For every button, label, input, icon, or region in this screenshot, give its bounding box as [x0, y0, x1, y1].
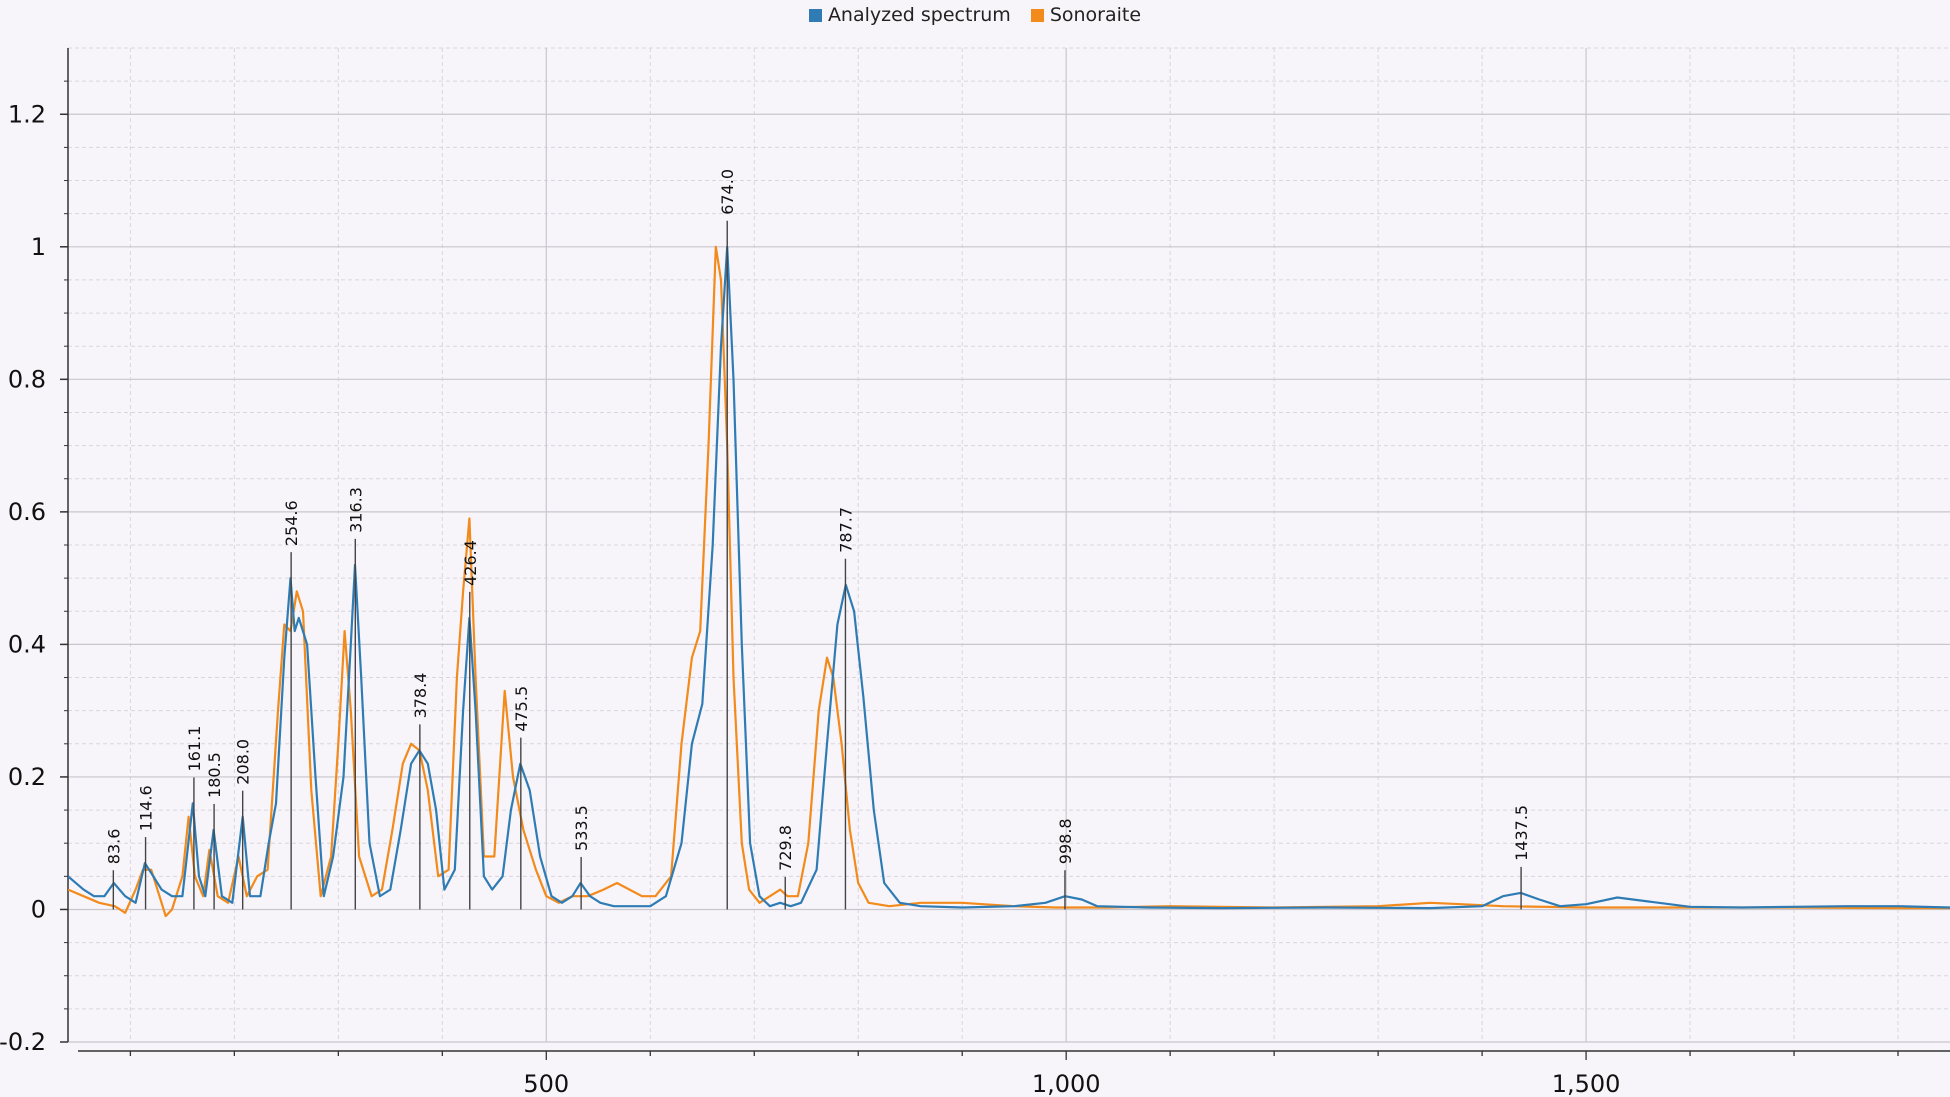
y-tick-label: -0.2	[0, 1028, 46, 1056]
peak-label: 254.6	[282, 500, 301, 546]
y-tick-label: 0.2	[8, 763, 46, 791]
peak-label: 729.8	[776, 825, 795, 871]
peak-label: 180.5	[205, 752, 224, 798]
x-tick-label: 500	[523, 1070, 569, 1097]
peak-label: 998.8	[1056, 818, 1075, 864]
series-sonoraite-line	[68, 245, 1950, 918]
y-tick-label: 0	[31, 895, 46, 923]
plot-area[interactable]: -0.2 0 0.2 0.4 0.6 0.8 1 1.2 500 1,000 1,500 83.6 11…	[0, 0, 1950, 1097]
peak-label: 426.4	[461, 540, 480, 586]
x-tick-label: 1,500	[1552, 1070, 1621, 1097]
peak-label: 83.6	[104, 829, 123, 865]
y-tick-label: 1.2	[8, 100, 46, 128]
peak-label: 533.5	[572, 805, 591, 851]
peak-label: 208.0	[234, 739, 253, 785]
spectrum-chart: Analyzed spectrum Sonoraite -0.2 0 0.2 0.4 0…	[0, 0, 1950, 1097]
peak-label: 674.0	[718, 169, 737, 215]
peak-label: 161.1	[185, 726, 204, 772]
peak-label: 378.4	[411, 673, 430, 719]
y-tick-label: 0.8	[8, 365, 46, 393]
peak-label: 787.7	[836, 507, 855, 553]
y-tick-label: 0.4	[8, 630, 46, 658]
y-tick-label: 0.6	[8, 498, 46, 526]
y-tick-label: 1	[31, 233, 46, 261]
peak-label: 475.5	[512, 686, 531, 732]
peak-label: 316.3	[346, 487, 365, 533]
x-tick-label: 1,000	[1032, 1070, 1101, 1097]
peak-label: 114.6	[137, 785, 156, 831]
peak-label: 1437.5	[1512, 805, 1531, 861]
